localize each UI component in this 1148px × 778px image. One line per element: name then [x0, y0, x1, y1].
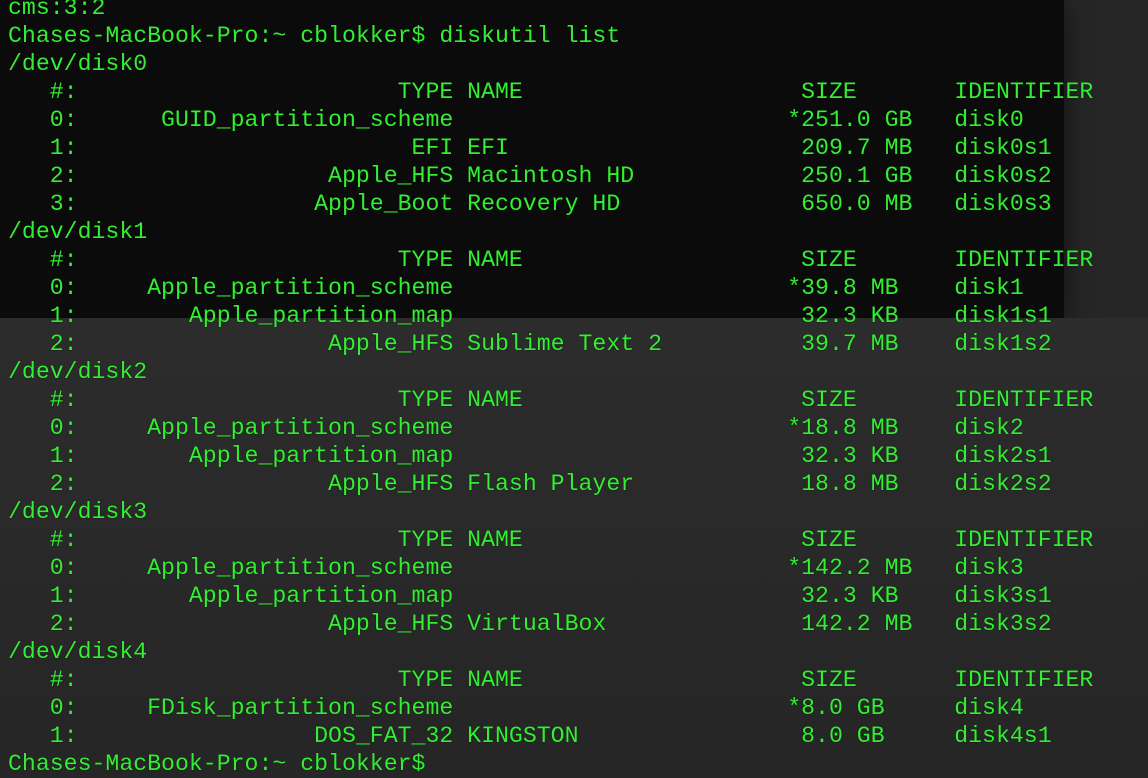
partition-row: 0: Apple_partition_scheme *142.2 MB disk…: [8, 555, 1024, 581]
partition-row: 0: FDisk_partition_scheme *8.0 GB disk4: [8, 695, 1024, 721]
partition-row: 0: Apple_partition_scheme *39.8 MB disk1: [8, 275, 1024, 301]
partition-row: 1: EFI EFI 209.7 MB disk0s1: [8, 135, 1052, 161]
table-header-row: #: TYPE NAME SIZE IDENTIFIER: [8, 667, 1094, 693]
table-header-row: #: TYPE NAME SIZE IDENTIFIER: [8, 247, 1094, 273]
table-header-row: #: TYPE NAME SIZE IDENTIFIER: [8, 387, 1094, 413]
partition-row: 0: GUID_partition_scheme *251.0 GB disk0: [8, 107, 1024, 133]
partition-row: 3: Apple_Boot Recovery HD 650.0 MB disk0…: [8, 191, 1052, 217]
partition-row: 2: Apple_HFS Flash Player 18.8 MB disk2s…: [8, 471, 1052, 497]
partition-row: 1: DOS_FAT_32 KINGSTON 8.0 GB disk4s1: [8, 723, 1052, 749]
table-header-row: #: TYPE NAME SIZE IDENTIFIER: [8, 79, 1094, 105]
partition-row: 1: Apple_partition_map 32.3 KB disk3s1: [8, 583, 1052, 609]
terminal-output[interactable]: cms:3:2 Chases-MacBook-Pro:~ cblokker$ di…: [8, 0, 1093, 778]
terminal-line-command: Chases-MacBook-Pro:~ cblokker$ diskutil …: [8, 23, 621, 49]
disk-device-line: /dev/disk1: [8, 219, 148, 245]
disk-device-line: /dev/disk0: [8, 51, 148, 77]
partition-row: 2: Apple_HFS Sublime Text 2 39.7 MB disk…: [8, 331, 1052, 357]
terminal-line-prompt-partial: cms:3:2: [8, 0, 106, 21]
partition-row: 1: Apple_partition_map 32.3 KB disk2s1: [8, 443, 1052, 469]
partition-row: 2: Apple_HFS Macintosh HD 250.1 GB disk0…: [8, 163, 1052, 189]
disk-device-line: /dev/disk2: [8, 359, 148, 385]
partition-row: 1: Apple_partition_map 32.3 KB disk1s1: [8, 303, 1052, 329]
partition-row: 0: Apple_partition_scheme *18.8 MB disk2: [8, 415, 1024, 441]
disk-device-line: /dev/disk3: [8, 499, 148, 525]
partition-row: 2: Apple_HFS VirtualBox 142.2 MB disk3s2: [8, 611, 1052, 637]
table-header-row: #: TYPE NAME SIZE IDENTIFIER: [8, 527, 1094, 553]
disk-device-line: /dev/disk4: [8, 639, 148, 665]
terminal-line-prompt-bottom: Chases-MacBook-Pro:~ cblokker$: [8, 751, 426, 777]
